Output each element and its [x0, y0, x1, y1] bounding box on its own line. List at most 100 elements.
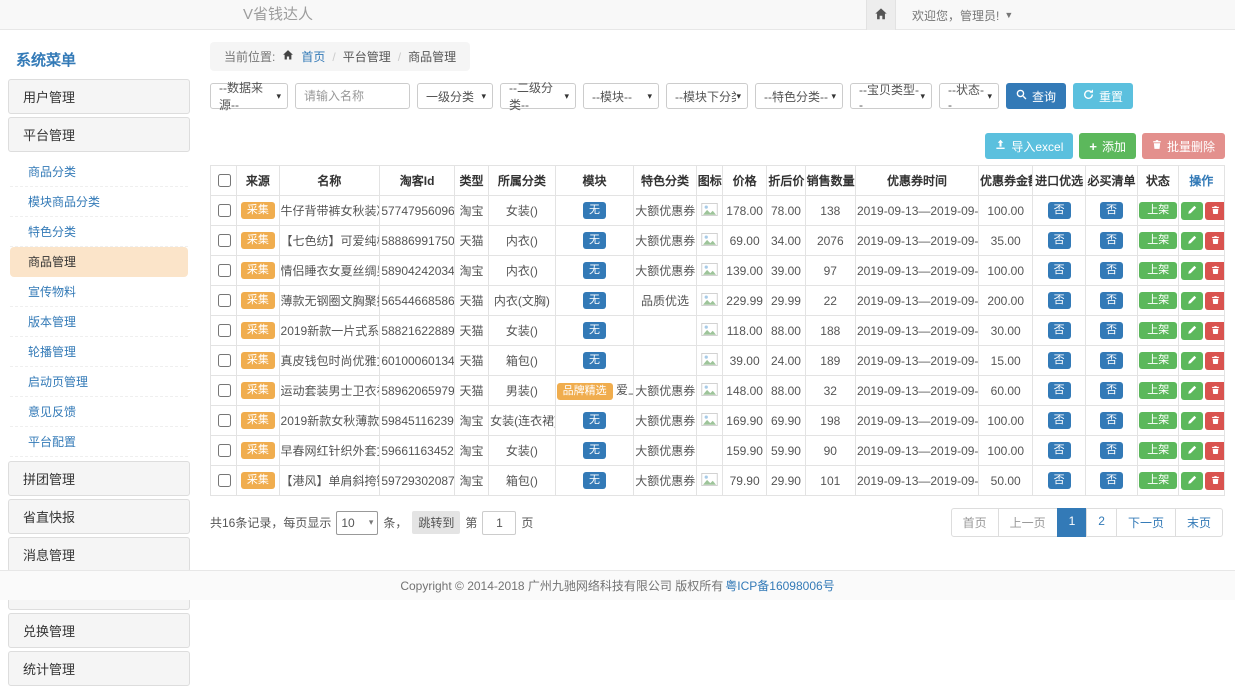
sidebar-subitem-active[interactable]: 商品管理 — [10, 247, 188, 277]
delete-button[interactable] — [1205, 412, 1225, 430]
row-checkbox[interactable] — [218, 204, 231, 217]
filter-item-type-select[interactable]: --宝贝类型--▾ — [850, 83, 932, 109]
pager-next[interactable]: 下一页 — [1116, 508, 1176, 537]
delete-button[interactable] — [1205, 232, 1225, 250]
toggle-badge[interactable]: 否 — [1048, 322, 1071, 339]
pager-page-1[interactable]: 1 — [1057, 508, 1088, 537]
delete-button[interactable] — [1205, 292, 1225, 310]
edit-button[interactable] — [1181, 322, 1203, 340]
toggle-badge[interactable]: 否 — [1048, 202, 1071, 219]
batch-delete-button[interactable]: 批量删除 — [1142, 133, 1225, 159]
sidebar-group-platform[interactable]: 平台管理 — [8, 117, 190, 152]
status-badge[interactable]: 上架 — [1139, 262, 1177, 279]
delete-button[interactable] — [1205, 382, 1225, 400]
delete-button[interactable] — [1205, 262, 1225, 280]
toggle-badge[interactable]: 否 — [1100, 232, 1123, 249]
status-badge[interactable]: 上架 — [1139, 202, 1177, 219]
sidebar-group-exchange[interactable]: 兑换管理 — [8, 613, 190, 648]
pager-first[interactable]: 首页 — [951, 508, 999, 537]
toggle-badge[interactable]: 否 — [1048, 472, 1071, 489]
status-badge[interactable]: 上架 — [1139, 442, 1177, 459]
toggle-badge[interactable]: 否 — [1048, 412, 1071, 429]
toggle-badge[interactable]: 否 — [1048, 292, 1071, 309]
jump-page-input[interactable] — [482, 511, 516, 535]
edit-button[interactable] — [1181, 232, 1203, 250]
toggle-badge[interactable]: 否 — [1100, 442, 1123, 459]
toggle-badge[interactable]: 否 — [1100, 292, 1123, 309]
sidebar-subitem[interactable]: 轮播管理 — [10, 337, 188, 367]
toggle-badge[interactable]: 否 — [1048, 442, 1071, 459]
filter-module-sub-select[interactable]: --模块下分类--▾ — [666, 83, 748, 109]
row-checkbox[interactable] — [218, 444, 231, 457]
delete-button[interactable] — [1205, 322, 1225, 340]
filter-source-select[interactable]: --数据来源--▾ — [210, 83, 288, 109]
edit-button[interactable] — [1181, 292, 1203, 310]
delete-button[interactable] — [1205, 202, 1225, 220]
toggle-badge[interactable]: 否 — [1048, 382, 1071, 399]
toggle-badge[interactable]: 否 — [1048, 262, 1071, 279]
filter-status-select[interactable]: --状态--▾ — [939, 83, 999, 109]
toggle-badge[interactable]: 否 — [1100, 322, 1123, 339]
row-checkbox[interactable] — [218, 264, 231, 277]
edit-button[interactable] — [1181, 382, 1203, 400]
status-badge[interactable]: 上架 — [1139, 382, 1177, 399]
toggle-badge[interactable]: 否 — [1100, 472, 1123, 489]
import-excel-button[interactable]: 导入excel — [985, 133, 1073, 159]
filter-feature-select[interactable]: --特色分类--▾ — [755, 83, 843, 109]
sidebar-group-stats[interactable]: 统计管理 — [8, 651, 190, 686]
status-badge[interactable]: 上架 — [1139, 352, 1177, 369]
sidebar-group-groupbuy[interactable]: 拼团管理 — [8, 461, 190, 496]
pager-prev[interactable]: 上一页 — [998, 508, 1058, 537]
pager-page-2[interactable]: 2 — [1086, 508, 1117, 537]
edit-button[interactable] — [1181, 262, 1203, 280]
row-checkbox[interactable] — [218, 234, 231, 247]
filter-cat1-select[interactable]: 一级分类▾ — [417, 83, 493, 109]
icp-link[interactable]: 粤ICP备16098006号 — [725, 577, 834, 594]
toggle-badge[interactable]: 否 — [1048, 232, 1071, 249]
per-page-select[interactable]: 10▾ — [336, 511, 378, 535]
home-button[interactable] — [866, 0, 896, 30]
delete-button[interactable] — [1205, 442, 1225, 460]
edit-button[interactable] — [1181, 472, 1203, 490]
edit-button[interactable] — [1181, 412, 1203, 430]
toggle-badge[interactable]: 否 — [1100, 412, 1123, 429]
edit-button[interactable] — [1181, 442, 1203, 460]
sidebar-subitem[interactable]: 商品分类 — [10, 157, 188, 187]
sidebar-group-express[interactable]: 省直快报 — [8, 499, 190, 534]
row-checkbox[interactable] — [218, 324, 231, 337]
select-all-checkbox[interactable] — [218, 174, 231, 187]
toggle-badge[interactable]: 否 — [1100, 262, 1123, 279]
edit-button[interactable] — [1181, 352, 1203, 370]
row-checkbox[interactable] — [218, 414, 231, 427]
toggle-badge[interactable]: 否 — [1100, 352, 1123, 369]
row-checkbox[interactable] — [218, 354, 231, 367]
sidebar-group-messages[interactable]: 消息管理 — [8, 537, 190, 572]
sidebar-subitem[interactable]: 版本管理 — [10, 307, 188, 337]
sidebar-subitem[interactable]: 模块商品分类 — [10, 187, 188, 217]
breadcrumb-home-link[interactable]: 首页 — [301, 48, 325, 65]
sidebar-group-users[interactable]: 用户管理 — [8, 79, 190, 114]
toggle-badge[interactable]: 否 — [1100, 202, 1123, 219]
search-button[interactable]: 查询 — [1006, 83, 1066, 109]
delete-button[interactable] — [1205, 352, 1225, 370]
user-menu[interactable]: 欢迎您，管理员! ▼ — [896, 0, 1013, 30]
pager-last[interactable]: 末页 — [1175, 508, 1223, 537]
sidebar-subitem[interactable]: 宣传物料 — [10, 277, 188, 307]
toggle-badge[interactable]: 否 — [1048, 352, 1071, 369]
jump-button[interactable]: 跳转到 — [412, 511, 460, 534]
status-badge[interactable]: 上架 — [1139, 472, 1177, 489]
add-button[interactable]: + 添加 — [1079, 133, 1136, 159]
row-checkbox[interactable] — [218, 474, 231, 487]
status-badge[interactable]: 上架 — [1139, 322, 1177, 339]
filter-cat2-select[interactable]: --二级分类--▾ — [500, 83, 576, 109]
reset-button[interactable]: 重置 — [1073, 83, 1133, 109]
status-badge[interactable]: 上架 — [1139, 232, 1177, 249]
delete-button[interactable] — [1205, 472, 1225, 490]
sidebar-subitem[interactable]: 意见反馈 — [10, 397, 188, 427]
status-badge[interactable]: 上架 — [1139, 412, 1177, 429]
status-badge[interactable]: 上架 — [1139, 292, 1177, 309]
sidebar-subitem[interactable]: 特色分类 — [10, 217, 188, 247]
toggle-badge[interactable]: 否 — [1100, 382, 1123, 399]
edit-button[interactable] — [1181, 202, 1203, 220]
filter-module-select[interactable]: --模块--▾ — [583, 83, 659, 109]
